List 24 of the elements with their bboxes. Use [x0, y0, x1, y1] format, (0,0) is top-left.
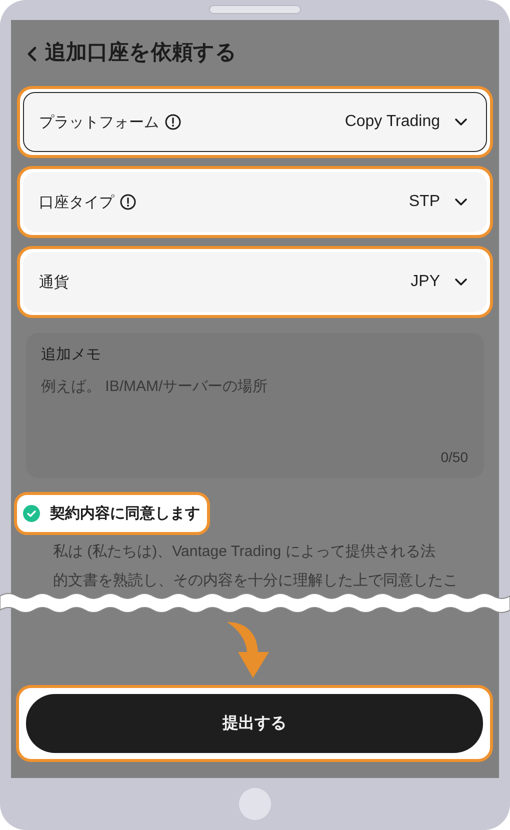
checkbox[interactable] [23, 505, 40, 522]
info-icon[interactable] [165, 114, 181, 130]
submit-button[interactable]: 提出する [26, 694, 483, 753]
dropdown-field[interactable]: 口座タイプ STP [23, 172, 487, 232]
dropdown-field[interactable]: プラットフォーム Copy Trading [23, 92, 487, 152]
page-title: 追加口座を依頼する [45, 40, 237, 66]
character-counter: 0/50 [440, 448, 468, 466]
chevron-down-icon[interactable] [454, 197, 468, 207]
field-label: 通貨 [39, 272, 69, 292]
back-icon[interactable] [25, 46, 39, 62]
field-value: JPY [410, 273, 440, 291]
terms-text: 私は (私たちは)、Vantage Trading によって提供される法 的文書を熟読し、その内容を十分に理解した上で同意したこ [53, 542, 458, 591]
memo-input[interactable]: 例えば。 IB/MAM/サーバーの場所 [41, 377, 468, 448]
dropdown-field[interactable]: 通貨 JPY [23, 252, 487, 312]
chevron-down-icon[interactable] [454, 277, 468, 287]
memo-label: 追加メモ [41, 345, 102, 365]
info-icon[interactable] [120, 194, 136, 210]
memo-field[interactable]: 追加メモ 例えば。 IB/MAM/サーバーの場所 0/50 [26, 333, 484, 478]
field-label: プラットフォーム [39, 112, 159, 132]
field-value: STP [408, 193, 440, 211]
agree-label[interactable]: 契約内容に同意します [50, 504, 200, 523]
chevron-down-icon[interactable] [454, 117, 468, 127]
field-label: 口座タイプ [39, 192, 114, 212]
field-value: Copy Trading [344, 113, 440, 131]
